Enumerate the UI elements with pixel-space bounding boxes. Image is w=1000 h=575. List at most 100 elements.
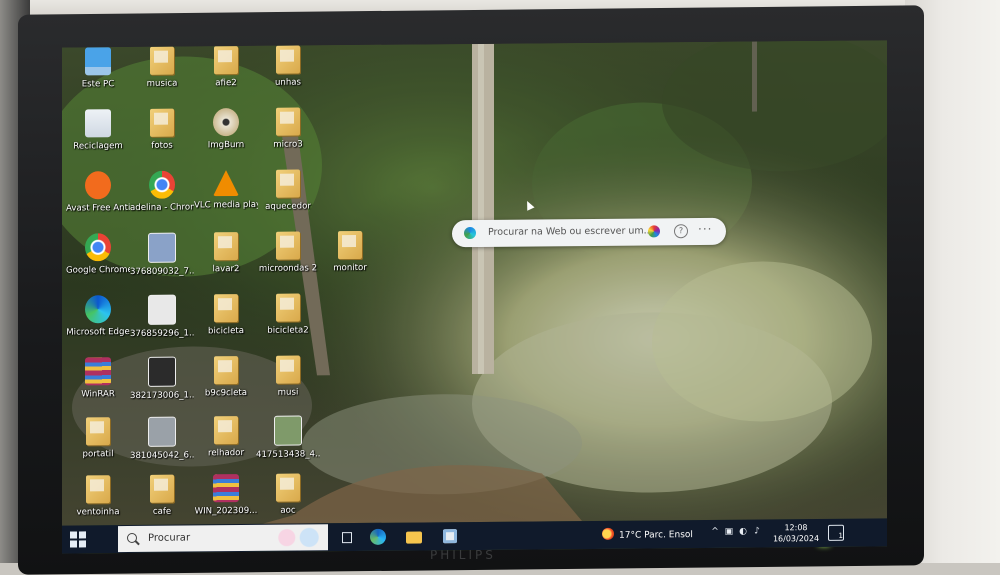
notification-center-button[interactable]: 1 (828, 524, 844, 541)
desktop-icon-label: unhas (274, 77, 302, 88)
weather-sun-icon (602, 527, 614, 540)
more-options-icon[interactable]: ··· (698, 222, 712, 236)
desktop-icon[interactable]: micro3 (256, 107, 320, 150)
desktop-icon[interactable]: ventoinha (66, 475, 130, 518)
copilot-icon[interactable] (648, 225, 660, 238)
taskbar-edge-button[interactable] (368, 527, 388, 547)
folder-icon (214, 416, 238, 445)
desktop-icon-label: WIN_202309... (194, 505, 258, 517)
desktop-icon[interactable]: b9c9cleta (194, 356, 258, 399)
folder-icon (150, 46, 174, 75)
folder-icon (276, 473, 300, 502)
desktop-icon[interactable]: monitor (318, 230, 382, 274)
photo-icon (274, 415, 302, 446)
desktop-icon[interactable]: aoc (256, 473, 320, 516)
edge-icon (85, 295, 111, 324)
search-icon (127, 532, 137, 544)
desktop-icon[interactable]: Reciclagem (66, 109, 130, 152)
desktop-icon-label: micro3 (273, 139, 303, 150)
desktop-icon-label: Google Chrome (66, 265, 130, 276)
recycle-icon (85, 109, 111, 138)
clock-date: 16/03/2024 (772, 533, 820, 544)
desktop-icon[interactable]: microondas 2 (256, 231, 320, 274)
desktop-icon-label: musi (277, 387, 299, 398)
desktop-icon[interactable]: adelina - Chrome (130, 170, 194, 213)
folder-icon (214, 232, 238, 261)
folder-icon (276, 355, 300, 384)
tray-chevron-icon[interactable]: ^ (710, 527, 720, 537)
folder-icon (276, 107, 300, 136)
desktop-icon[interactable]: aquecedor (256, 169, 320, 212)
avast-icon (85, 171, 111, 200)
desktop-icon[interactable]: musica (130, 46, 194, 89)
desktop-icon-label: Microsoft Edge (66, 327, 130, 338)
clock-time: 12:08 (784, 523, 808, 533)
photo-icon (148, 232, 176, 263)
desktop-icon[interactable]: unhas (256, 45, 320, 88)
desktop-icon[interactable]: 376859296_1... (130, 294, 194, 339)
desktop-icon[interactable]: fotos (130, 108, 194, 151)
desktop-icon[interactable]: afie2 (194, 46, 258, 89)
search-placeholder[interactable]: Procurar na Web ou escrever um... (488, 225, 653, 237)
desktop-icon[interactable]: relhador (194, 416, 258, 459)
desktop-icon[interactable]: 381045042_6... (130, 416, 194, 461)
desktop-icon[interactable]: 417513438_4... (256, 415, 320, 460)
photo-icon (148, 356, 176, 387)
weather-text: 17°C Parc. Ensol (619, 530, 693, 541)
desktop-icon[interactable]: WIN_202309... (194, 474, 258, 517)
desktop-icon-label: monitor (333, 262, 367, 274)
desktop-icon[interactable]: Google Chrome (66, 233, 130, 276)
file-icon (148, 294, 176, 325)
desktop-icon[interactable]: Microsoft Edge (66, 295, 130, 338)
search-highlight-icon (270, 526, 326, 549)
desktop-icon-label: 376859296_1... (130, 328, 194, 340)
task-view-button[interactable] (338, 527, 358, 547)
desktop-icon-label: aoc (280, 505, 296, 516)
desktop-icon[interactable]: portatil (66, 417, 130, 460)
edge-search-bar[interactable]: Procurar na Web ou escrever um... ? ··· (452, 217, 726, 248)
desktop-icon[interactable]: bicicleta2 (256, 293, 320, 336)
screen: Este PC musica afie2 unhas Reciclagem fotos Im… (62, 40, 887, 554)
desktop-icon-label: WinRAR (81, 389, 115, 400)
desktop-icon[interactable]: cafe (130, 474, 194, 517)
desktop-icon-label: portatil (82, 449, 114, 460)
notification-count: 1 (838, 531, 843, 540)
desktop-icon-label: 381045042_6... (130, 450, 194, 462)
start-button[interactable] (70, 531, 86, 548)
desktop-icon-label: aquecedor (265, 201, 311, 212)
folder-icon (150, 108, 174, 137)
help-icon[interactable]: ? (674, 224, 688, 239)
desktop-icon-label: Reciclagem (73, 141, 123, 152)
desktop-icon-label: bicicleta2 (267, 325, 309, 336)
system-tray: ^ ▣ ◐ ♪ (710, 526, 766, 537)
clock[interactable]: 12:08 16/03/2024 (770, 522, 822, 544)
folder-icon (214, 46, 238, 75)
desktop-icon[interactable]: lavar2 (194, 232, 258, 275)
desktop-icon-label: Este PC (81, 79, 115, 90)
weather-widget[interactable]: 17°C Parc. Ensol (602, 527, 693, 541)
desktop-icon-label: afie2 (215, 78, 237, 89)
desktop-icon-label: 417513438_4... (256, 449, 320, 460)
file-explorer-button[interactable] (404, 526, 424, 546)
tray-app-icon[interactable]: ▣ (724, 527, 734, 537)
desktop-icon[interactable]: Avast Free Antivirus (66, 171, 130, 214)
taskbar-search-box[interactable]: Procurar (118, 524, 328, 553)
winrar-icon (213, 474, 239, 503)
chrome-icon (149, 170, 175, 199)
folder-icon (150, 474, 174, 503)
desktop-icon[interactable]: Este PC (66, 47, 130, 90)
desktop-icon[interactable]: musi (256, 355, 320, 398)
desktop-icon[interactable]: WinRAR (66, 357, 130, 400)
folder-icon (214, 356, 238, 385)
store-button[interactable] (440, 526, 460, 546)
desktop-icon[interactable]: VLC media player (194, 170, 258, 210)
desktop-icon[interactable]: 382173006_1... (130, 356, 194, 401)
desktop-icon-label: microondas 2 (258, 263, 318, 274)
network-icon[interactable]: ◐ (738, 527, 748, 537)
desktop-icon[interactable]: bicicleta (194, 294, 258, 337)
folder-icon (276, 169, 300, 198)
desktop-icon[interactable]: 376809032_7... (130, 232, 194, 277)
volume-icon[interactable]: ♪ (752, 526, 762, 537)
desktop-icon[interactable]: ImgBurn (194, 108, 258, 151)
desktop-icon-label: lavar2 (212, 264, 240, 275)
